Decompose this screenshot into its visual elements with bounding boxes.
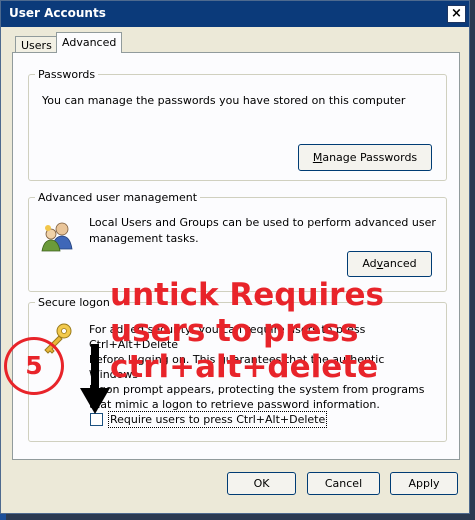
title-bar[interactable]: User Accounts ×: [1, 1, 469, 27]
tab-users[interactable]: Users: [15, 36, 58, 53]
passwords-description: You can manage the passwords you have st…: [42, 94, 406, 107]
manage-passwords-label: anage Passwords: [322, 151, 418, 164]
manage-passwords-button[interactable]: Manage Passwords: [298, 144, 432, 171]
ok-button[interactable]: OK: [227, 472, 296, 495]
arrow-down-icon: [80, 344, 110, 414]
cancel-button[interactable]: Cancel: [307, 472, 380, 495]
tab-advanced[interactable]: Advanced: [56, 32, 123, 53]
annotation-instruction: untick Requires users to press ctrl+alt+…: [110, 277, 410, 385]
manage-passwords-accel: M: [312, 151, 323, 164]
annotation-line2: users to press: [110, 313, 359, 349]
users-group-icon: [41, 222, 73, 252]
annotation-line3: ctrl+alt+delete: [110, 349, 379, 385]
advanced-label-prefix: Ad: [362, 257, 377, 270]
window-title: User Accounts: [9, 6, 106, 20]
apply-button[interactable]: Apply: [390, 472, 458, 495]
step-number-badge: 5: [4, 337, 64, 395]
passwords-legend: Passwords: [38, 68, 96, 81]
advanced-label-suffix: anced: [383, 257, 417, 270]
advanced-button[interactable]: Advanced: [347, 251, 432, 277]
advanced-description-line2: management tasks.: [89, 232, 199, 245]
user-accounts-dialog: User Accounts × Users Advanced Passwords…: [0, 0, 470, 514]
close-icon: ×: [451, 6, 462, 21]
require-ctrl-alt-delete-label[interactable]: Require users to press Ctrl+Alt+Delete: [108, 411, 328, 428]
advanced-user-management-legend: Advanced user management: [38, 191, 198, 204]
secure-logon-legend: Secure logon: [38, 296, 110, 309]
advanced-description-line1: Local Users and Groups can be used to pe…: [89, 216, 436, 229]
close-button[interactable]: ×: [447, 5, 466, 23]
annotation-line1: untick Requires: [110, 277, 384, 313]
secure-description-line4: that mimic a logon to retrieve password …: [89, 398, 380, 411]
